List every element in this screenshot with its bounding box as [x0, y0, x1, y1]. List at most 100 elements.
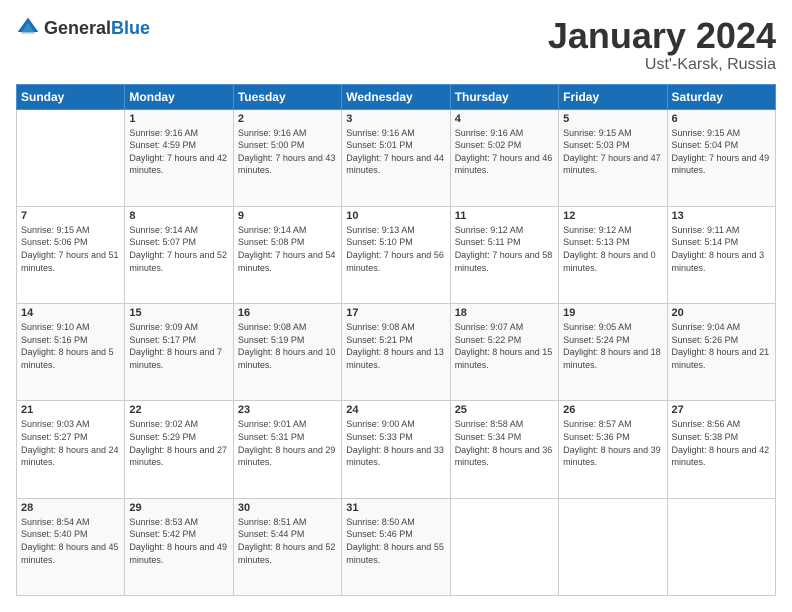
day-info: Sunrise: 8:54 AMSunset: 5:40 PMDaylight:…: [21, 516, 120, 566]
cell-week2-day1: 8 Sunrise: 9:14 AMSunset: 5:07 PMDaylight…: [125, 206, 233, 303]
day-info: Sunrise: 8:50 AMSunset: 5:46 PMDaylight:…: [346, 516, 445, 566]
logo-icon: [16, 16, 40, 40]
day-number: 18: [455, 307, 554, 319]
month-title: January 2024: [548, 16, 776, 56]
day-number: 25: [455, 404, 554, 416]
cell-week1-day6: 6 Sunrise: 9:15 AMSunset: 5:04 PMDaylight…: [667, 109, 775, 206]
day-number: 7: [21, 210, 120, 222]
day-info: Sunrise: 9:05 AMSunset: 5:24 PMDaylight:…: [563, 321, 662, 371]
day-number: 1: [129, 113, 228, 125]
cell-week2-day5: 12 Sunrise: 9:12 AMSunset: 5:13 PMDayligh…: [559, 206, 667, 303]
page: GeneralBlue January 2024 Ust'-Karsk, Rus…: [0, 0, 792, 612]
day-number: 3: [346, 113, 445, 125]
day-number: 11: [455, 210, 554, 222]
day-info: Sunrise: 9:08 AMSunset: 5:21 PMDaylight:…: [346, 321, 445, 371]
location-title: Ust'-Karsk, Russia: [548, 56, 776, 74]
day-number: 2: [238, 113, 337, 125]
day-info: Sunrise: 9:14 AMSunset: 5:08 PMDaylight:…: [238, 224, 337, 274]
header-thursday: Thursday: [450, 84, 558, 109]
cell-week3-day0: 14Sunrise: 9:10 AMSunset: 5:16 PMDayligh…: [17, 304, 125, 401]
day-number: 24: [346, 404, 445, 416]
day-number: 20: [672, 307, 771, 319]
cell-week1-day3: 3 Sunrise: 9:16 AMSunset: 5:01 PMDaylight…: [342, 109, 450, 206]
cell-week2-day4: 11Sunrise: 9:12 AMSunset: 5:11 PMDayligh…: [450, 206, 558, 303]
cell-week3-day6: 20 Sunrise: 9:04 AMSunset: 5:26 PMDayligh…: [667, 304, 775, 401]
day-info: Sunrise: 9:00 AMSunset: 5:33 PMDaylight:…: [346, 418, 445, 468]
day-number: 8: [129, 210, 228, 222]
cell-week5-day0: 28 Sunrise: 8:54 AMSunset: 5:40 PMDayligh…: [17, 498, 125, 595]
week-row-5: 28 Sunrise: 8:54 AMSunset: 5:40 PMDayligh…: [17, 498, 776, 595]
day-info: Sunrise: 8:56 AMSunset: 5:38 PMDaylight:…: [672, 418, 771, 468]
day-info: Sunrise: 9:14 AMSunset: 5:07 PMDaylight:…: [129, 224, 228, 274]
day-number: 6: [672, 113, 771, 125]
cell-week1-day4: 4 Sunrise: 9:16 AMSunset: 5:02 PMDaylight…: [450, 109, 558, 206]
day-info: Sunrise: 8:57 AMSunset: 5:36 PMDaylight:…: [563, 418, 662, 468]
cell-week5-day5: [559, 498, 667, 595]
logo-blue: Blue: [111, 18, 150, 38]
day-info: Sunrise: 9:16 AMSunset: 5:00 PMDaylight:…: [238, 127, 337, 177]
cell-week2-day0: 7 Sunrise: 9:15 AMSunset: 5:06 PMDaylight…: [17, 206, 125, 303]
day-info: Sunrise: 8:53 AMSunset: 5:42 PMDaylight:…: [129, 516, 228, 566]
day-info: Sunrise: 8:51 AMSunset: 5:44 PMDaylight:…: [238, 516, 337, 566]
day-number: 17: [346, 307, 445, 319]
day-number: 4: [455, 113, 554, 125]
calendar-table: Sunday Monday Tuesday Wednesday Thursday…: [16, 84, 776, 596]
day-info: Sunrise: 9:15 AMSunset: 5:06 PMDaylight:…: [21, 224, 120, 274]
cell-week1-day0: [17, 109, 125, 206]
cell-week3-day4: 18 Sunrise: 9:07 AMSunset: 5:22 PMDayligh…: [450, 304, 558, 401]
header: GeneralBlue January 2024 Ust'-Karsk, Rus…: [16, 16, 776, 74]
cell-week2-day3: 10Sunrise: 9:13 AMSunset: 5:10 PMDayligh…: [342, 206, 450, 303]
day-number: 9: [238, 210, 337, 222]
day-number: 23: [238, 404, 337, 416]
day-number: 31: [346, 502, 445, 514]
header-wednesday: Wednesday: [342, 84, 450, 109]
day-info: Sunrise: 9:09 AMSunset: 5:17 PMDaylight:…: [129, 321, 228, 371]
day-info: Sunrise: 9:16 AMSunset: 5:02 PMDaylight:…: [455, 127, 554, 177]
day-number: 30: [238, 502, 337, 514]
cell-week5-day4: [450, 498, 558, 595]
day-number: 15: [129, 307, 228, 319]
weekday-header-row: Sunday Monday Tuesday Wednesday Thursday…: [17, 84, 776, 109]
day-number: 22: [129, 404, 228, 416]
day-number: 28: [21, 502, 120, 514]
day-number: 27: [672, 404, 771, 416]
week-row-1: 1Sunrise: 9:16 AMSunset: 4:59 PMDaylight…: [17, 109, 776, 206]
day-info: Sunrise: 9:16 AMSunset: 5:01 PMDaylight:…: [346, 127, 445, 177]
cell-week3-day1: 15 Sunrise: 9:09 AMSunset: 5:17 PMDayligh…: [125, 304, 233, 401]
cell-week2-day2: 9 Sunrise: 9:14 AMSunset: 5:08 PMDaylight…: [233, 206, 341, 303]
cell-week4-day1: 22 Sunrise: 9:02 AMSunset: 5:29 PMDayligh…: [125, 401, 233, 498]
header-friday: Friday: [559, 84, 667, 109]
header-monday: Monday: [125, 84, 233, 109]
day-info: Sunrise: 9:15 AMSunset: 5:03 PMDaylight:…: [563, 127, 662, 177]
week-row-4: 21 Sunrise: 9:03 AMSunset: 5:27 PMDayligh…: [17, 401, 776, 498]
day-number: 29: [129, 502, 228, 514]
day-number: 26: [563, 404, 662, 416]
cell-week5-day2: 30 Sunrise: 8:51 AMSunset: 5:44 PMDayligh…: [233, 498, 341, 595]
day-number: 19: [563, 307, 662, 319]
day-info: Sunrise: 9:15 AMSunset: 5:04 PMDaylight:…: [672, 127, 771, 177]
day-number: 21: [21, 404, 120, 416]
cell-week3-day2: 16Sunrise: 9:08 AMSunset: 5:19 PMDayligh…: [233, 304, 341, 401]
cell-week2-day6: 13Sunrise: 9:11 AMSunset: 5:14 PMDayligh…: [667, 206, 775, 303]
cell-week1-day2: 2 Sunrise: 9:16 AMSunset: 5:00 PMDaylight…: [233, 109, 341, 206]
title-block: January 2024 Ust'-Karsk, Russia: [548, 16, 776, 74]
day-number: 5: [563, 113, 662, 125]
cell-week5-day1: 29 Sunrise: 8:53 AMSunset: 5:42 PMDayligh…: [125, 498, 233, 595]
day-info: Sunrise: 9:02 AMSunset: 5:29 PMDaylight:…: [129, 418, 228, 468]
day-info: Sunrise: 9:03 AMSunset: 5:27 PMDaylight:…: [21, 418, 120, 468]
day-number: 12: [563, 210, 662, 222]
day-number: 14: [21, 307, 120, 319]
week-row-3: 14Sunrise: 9:10 AMSunset: 5:16 PMDayligh…: [17, 304, 776, 401]
cell-week4-day3: 24 Sunrise: 9:00 AMSunset: 5:33 PMDayligh…: [342, 401, 450, 498]
day-info: Sunrise: 9:07 AMSunset: 5:22 PMDaylight:…: [455, 321, 554, 371]
day-info: Sunrise: 9:04 AMSunset: 5:26 PMDaylight:…: [672, 321, 771, 371]
cell-week4-day2: 23 Sunrise: 9:01 AMSunset: 5:31 PMDayligh…: [233, 401, 341, 498]
day-info: Sunrise: 9:01 AMSunset: 5:31 PMDaylight:…: [238, 418, 337, 468]
cell-week5-day3: 31 Sunrise: 8:50 AMSunset: 5:46 PMDayligh…: [342, 498, 450, 595]
cell-week4-day4: 25Sunrise: 8:58 AMSunset: 5:34 PMDayligh…: [450, 401, 558, 498]
cell-week4-day5: 26 Sunrise: 8:57 AMSunset: 5:36 PMDayligh…: [559, 401, 667, 498]
day-info: Sunrise: 9:12 AMSunset: 5:13 PMDaylight:…: [563, 224, 662, 274]
cell-week1-day1: 1Sunrise: 9:16 AMSunset: 4:59 PMDaylight…: [125, 109, 233, 206]
logo-text: GeneralBlue: [44, 18, 150, 39]
day-number: 10: [346, 210, 445, 222]
